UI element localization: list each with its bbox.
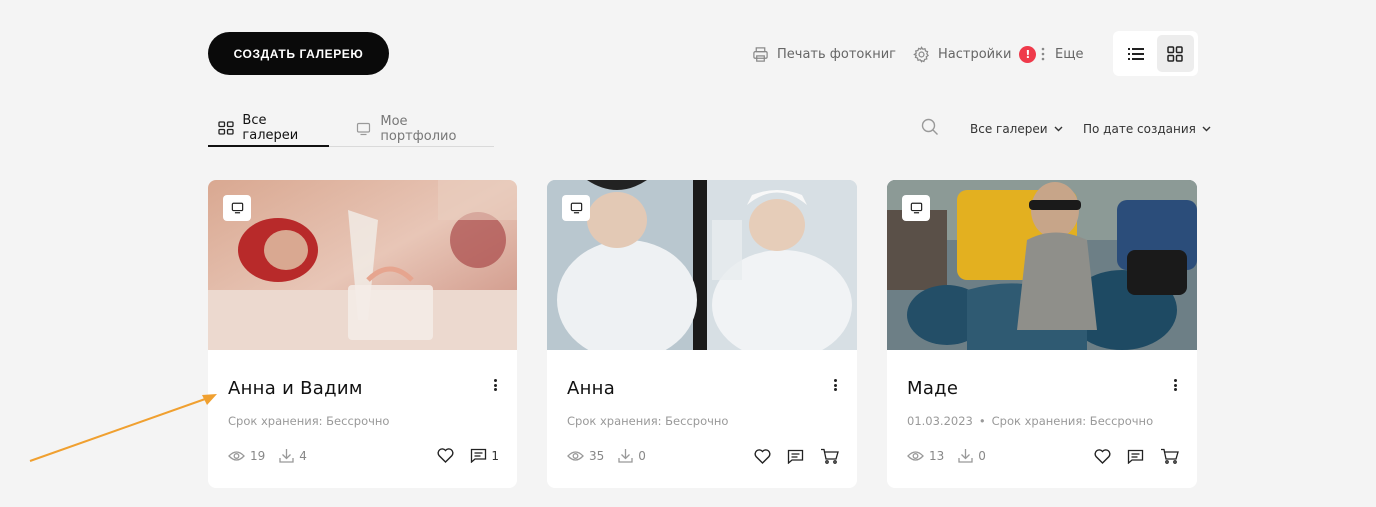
cart-icon [821, 448, 839, 464]
sort-label: По дате создания [1083, 122, 1196, 136]
gallery-meta: Срок хранения: Бессрочно [567, 414, 728, 428]
galleries-filter-label: Все галереи [970, 122, 1048, 136]
portfolio-badge [902, 195, 930, 221]
card-menu-button[interactable] [491, 377, 499, 393]
gallery-meta: Срок хранения: Бессрочно [228, 414, 389, 428]
comment-icon [1127, 449, 1144, 464]
list-view-button[interactable] [1117, 35, 1155, 72]
print-label: Печать фотокниг [777, 46, 897, 62]
gallery-stats: 35 0 [567, 448, 660, 463]
more-label: Еще [1055, 46, 1084, 62]
like-button[interactable] [1094, 448, 1111, 464]
gallery-title[interactable]: Маде [907, 378, 958, 399]
views-count: 19 [250, 448, 266, 463]
downloads-stat: 0 [958, 448, 986, 463]
comments-button[interactable] [1127, 449, 1144, 464]
monitor-icon [355, 120, 372, 138]
tab-my-portfolio[interactable]: Мое портфолио [329, 111, 494, 147]
gallery-title[interactable]: Анна [567, 378, 615, 399]
eye-icon [567, 450, 584, 461]
gallery-title[interactable]: Анна и Вадим [228, 378, 363, 399]
more-menu[interactable]: Еще [1037, 42, 1083, 66]
download-icon [279, 449, 294, 463]
card-actions [738, 448, 839, 464]
chevron-down-icon [1202, 126, 1211, 132]
settings-link[interactable]: Настройки ! [912, 42, 1037, 66]
monitor-icon [570, 202, 582, 214]
gallery-stats: 19 4 [228, 448, 321, 463]
chevron-down-icon [1054, 126, 1063, 132]
card-menu-button[interactable] [1171, 377, 1179, 393]
comments-button[interactable]: 1 [470, 448, 499, 463]
comment-icon [471, 448, 487, 463]
eye-icon [228, 450, 245, 461]
comment-icon [787, 449, 804, 464]
comments-button[interactable] [787, 449, 804, 464]
views-stat: 19 [228, 449, 265, 463]
views-stat: 13 [907, 449, 944, 463]
downloads-count: 0 [978, 448, 986, 463]
list-icon [1127, 47, 1144, 60]
comments-count: 1 [491, 448, 499, 463]
download-icon [958, 449, 973, 463]
like-button[interactable] [754, 448, 771, 464]
portfolio-badge [562, 195, 590, 221]
monitor-icon [910, 202, 922, 214]
downloads-count: 0 [638, 448, 646, 463]
gallery-stats: 13 0 [907, 448, 1000, 463]
galleries-filter-dropdown[interactable]: Все галереи [970, 118, 1063, 140]
grid-icon [218, 119, 234, 137]
gallery-meta: 01.03.2023 • Срок хранения: Бессрочно [907, 414, 1153, 428]
like-button[interactable] [437, 448, 454, 463]
card-menu-button[interactable] [831, 377, 839, 393]
create-gallery-button[interactable]: СОЗДАТЬ ГАЛЕРЕЮ [208, 32, 389, 75]
sort-dropdown[interactable]: По дате создания [1083, 118, 1211, 140]
downloads-stat: 4 [279, 448, 307, 463]
grid-icon [1167, 45, 1183, 62]
gallery-cover-image[interactable] [208, 180, 517, 350]
portfolio-badge [223, 195, 251, 221]
gallery-card[interactable]: Анна Срок хранения: Бессрочно 35 0 [547, 180, 857, 488]
download-icon [618, 449, 633, 463]
cart-icon [1161, 448, 1179, 464]
search-icon[interactable] [921, 118, 941, 138]
tab-label: Все галереи [242, 113, 299, 143]
separator-dot: • [978, 414, 986, 428]
settings-label: Настройки [938, 46, 1012, 62]
storage-term: Срок хранения: Бессрочно [991, 414, 1154, 428]
eye-icon [907, 450, 924, 461]
gallery-date: 01.03.2023 [907, 414, 973, 428]
settings-alert-badge: ! [1019, 45, 1037, 63]
gallery-card[interactable]: Маде 01.03.2023 • Срок хранения: Бессроч… [887, 180, 1197, 488]
card-actions: 1 [421, 448, 499, 463]
views-count: 35 [589, 448, 605, 463]
storage-term: Срок хранения: Бессрочно [567, 414, 729, 428]
gear-icon [912, 45, 930, 63]
cart-button[interactable] [1160, 448, 1179, 464]
print-photobooks-link[interactable]: Печать фотокниг [751, 42, 896, 66]
tab-label: Мое портфолио [380, 113, 457, 144]
cart-button[interactable] [820, 448, 839, 464]
heart-icon [1094, 448, 1111, 464]
gallery-cover-image[interactable] [887, 180, 1197, 350]
tab-all-galleries[interactable]: Все галереи [208, 111, 329, 147]
gallery-cover-image[interactable] [547, 180, 857, 350]
printer-icon [751, 45, 769, 63]
gallery-card[interactable]: Анна и Вадим Срок хранения: Бессрочно 19… [208, 180, 517, 488]
card-actions [1078, 448, 1179, 464]
storage-term: Срок хранения: Бессрочно [228, 414, 390, 428]
monitor-icon [231, 202, 243, 214]
views-count: 13 [929, 448, 945, 463]
downloads-count: 4 [299, 448, 307, 463]
view-toggle [1113, 31, 1198, 76]
grid-view-button[interactable] [1156, 35, 1194, 72]
downloads-stat: 0 [618, 448, 646, 463]
heart-icon [754, 448, 771, 464]
views-stat: 35 [567, 449, 604, 463]
gallery-tabs: Все галереи Мое портфолио [208, 111, 494, 147]
heart-icon [437, 448, 454, 463]
kebab-icon [1037, 45, 1049, 63]
